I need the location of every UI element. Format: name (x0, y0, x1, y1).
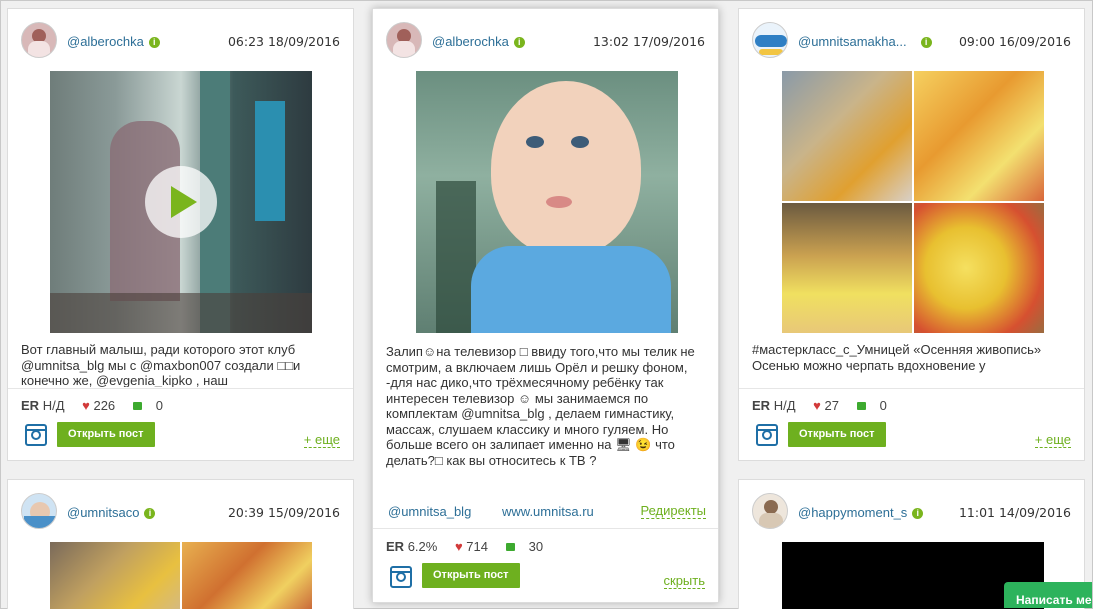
post-header: @happymoment_s i 11:01 14/09/2016 (739, 480, 1084, 540)
post-date: 20:39 15/09/2016 (227, 505, 340, 520)
website-link[interactable]: www.umnitsa.ru (502, 504, 594, 519)
post-collage[interactable] (50, 542, 312, 609)
redirects-link[interactable]: Редиректы (640, 504, 706, 519)
open-post-button[interactable]: Открыть пост (422, 563, 520, 588)
verified-icon: i (912, 508, 924, 519)
post-card-1: @alberochka i 06:23 18/09/2016 Вот главны… (7, 8, 354, 461)
comment-icon (505, 543, 515, 551)
post-links: @umnitsa_blg www.umnitsa.ru Редиректы (388, 504, 706, 522)
author-handle[interactable]: @alberochka i (67, 34, 160, 49)
post-header: @alberochka i 06:23 18/09/2016 (8, 9, 353, 69)
post-stats: ER 6.2% ♥ 714 30 (386, 539, 708, 559)
open-post-button[interactable]: Открыть пост (57, 422, 155, 447)
post-stats: ER Н/Д ♥ 226 0 (21, 398, 343, 418)
post-caption: Залип☺на телевизор □ ввиду того,что мы т… (386, 344, 695, 468)
mention-link[interactable]: @umnitsa_blg (388, 504, 471, 519)
user-avatar-icon[interactable] (386, 22, 422, 58)
post-video-thumbnail[interactable] (50, 71, 312, 333)
likes-stat: ♥ 714 (454, 539, 488, 554)
comments-stat: 30 (505, 539, 543, 554)
post-collage[interactable] (782, 71, 1044, 333)
divider (373, 528, 718, 529)
post-header: @umnitsaco i 20:39 15/09/2016 (8, 480, 353, 540)
instagram-icon[interactable] (390, 566, 412, 588)
open-post-button[interactable]: Открыть пост (788, 422, 886, 447)
post-card-4: @umnitsaco i 20:39 15/09/2016 (7, 479, 354, 609)
play-icon[interactable] (145, 166, 217, 238)
likes-stat: ♥ 27 (813, 398, 839, 413)
er-stat: ER 6.2% (386, 539, 438, 554)
divider (8, 388, 353, 389)
post-date: 06:23 18/09/2016 (227, 34, 340, 49)
heart-icon: ♥ (454, 539, 463, 554)
post-card-2: @alberochka i 13:02 17/09/2016 Залип☺на т… (372, 8, 719, 603)
post-caption: #мастеркласс_с_Умницей «Осенняя живопись… (752, 342, 1042, 373)
instagram-icon[interactable] (756, 424, 778, 446)
post-photo[interactable] (416, 71, 678, 333)
post-card-3: @umnitsamakha... i 09:00 16/09/2016 #маст… (738, 8, 1085, 461)
heart-icon: ♥ (813, 398, 821, 413)
er-stat: ER Н/Д (21, 398, 65, 413)
comments-stat: 0 (132, 398, 163, 413)
likes-stat: ♥ 226 (82, 398, 116, 413)
comment-icon (132, 402, 142, 410)
author-handle[interactable]: @alberochka i (432, 34, 525, 49)
divider (739, 388, 1084, 389)
verified-icon: i (920, 37, 932, 48)
post-stats: ER Н/Д ♥ 27 0 (752, 398, 1074, 418)
user-avatar-icon[interactable] (752, 493, 788, 529)
verified-icon: i (148, 37, 160, 48)
brand-avatar-icon[interactable] (21, 493, 57, 529)
hide-link[interactable]: скрыть (663, 574, 705, 589)
instagram-icon[interactable] (25, 424, 47, 446)
more-link[interactable]: + еще (1034, 433, 1071, 448)
comment-icon (856, 402, 866, 410)
more-link[interactable]: + еще (303, 433, 340, 448)
post-date: 11:01 14/09/2016 (958, 505, 1071, 520)
verified-icon: i (144, 508, 156, 519)
user-avatar-icon[interactable] (21, 22, 57, 58)
post-header: @umnitsamakha... i 09:00 16/09/2016 (739, 9, 1084, 69)
comments-stat: 0 (856, 398, 887, 413)
post-date: 13:02 17/09/2016 (592, 34, 705, 49)
brand-avatar-icon[interactable] (752, 22, 788, 58)
chat-button[interactable]: Написать ме (1004, 582, 1092, 608)
author-handle[interactable]: @happymoment_s i (798, 505, 924, 520)
er-stat: ER Н/Д (752, 398, 796, 413)
heart-icon: ♥ (82, 398, 90, 413)
post-caption: Вот главный малыш, ради которого этот кл… (21, 342, 301, 387)
post-date: 09:00 16/09/2016 (958, 34, 1071, 49)
author-handle[interactable]: @umnitsaco i (67, 505, 156, 520)
post-header: @alberochka i 13:02 17/09/2016 (373, 9, 718, 69)
verified-icon: i (513, 37, 525, 48)
author-handle[interactable]: @umnitsamakha... i (798, 34, 932, 49)
